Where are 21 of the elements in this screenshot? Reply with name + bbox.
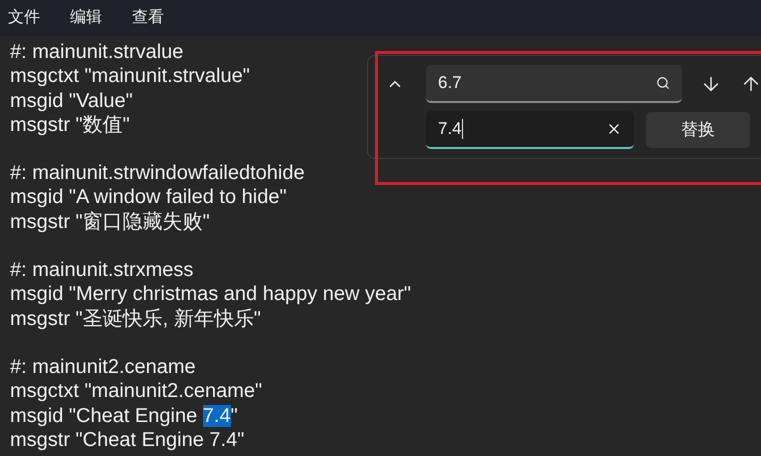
code-line: msgid "Value"	[10, 88, 133, 113]
search-icon[interactable]	[656, 76, 670, 90]
code-line: #: mainunit.strwindowfailedtohide	[10, 161, 305, 186]
replace-button[interactable]: 替换	[646, 112, 750, 148]
menu-item[interactable]: 查看	[132, 6, 164, 30]
menu-item[interactable]: 文件	[8, 6, 40, 30]
code-line: #: mainunit2.cename	[10, 354, 196, 380]
menu-item[interactable]: 编辑	[70, 6, 102, 30]
code-line: msgid "Cheat Engine 7.4"	[10, 404, 238, 428]
code-line: msgstr "窗口隐藏失败"	[10, 210, 210, 234]
code-line: msgstr "数值"	[10, 112, 130, 138]
code-line: msgctxt "mainunit.strvalue"	[10, 64, 250, 89]
code-line: msgid "Merry christmas and happy new year"	[10, 282, 412, 307]
code-line: msgstr "圣诞快乐, 新年快乐"	[10, 306, 261, 331]
code-line: #: mainunit.strxmess	[10, 258, 194, 282]
replace-field[interactable]: 7.4	[426, 111, 634, 149]
search-field[interactable]: 6.7	[426, 65, 682, 103]
code-line: msgid "A window failed to hide"	[10, 185, 287, 210]
code-line: msgstr "Cheat Engine 7.4"	[10, 428, 244, 452]
code-line: #: mainunit.strvalue	[10, 40, 184, 64]
code-line: msgctxt "mainunit2.cename"	[10, 379, 262, 404]
